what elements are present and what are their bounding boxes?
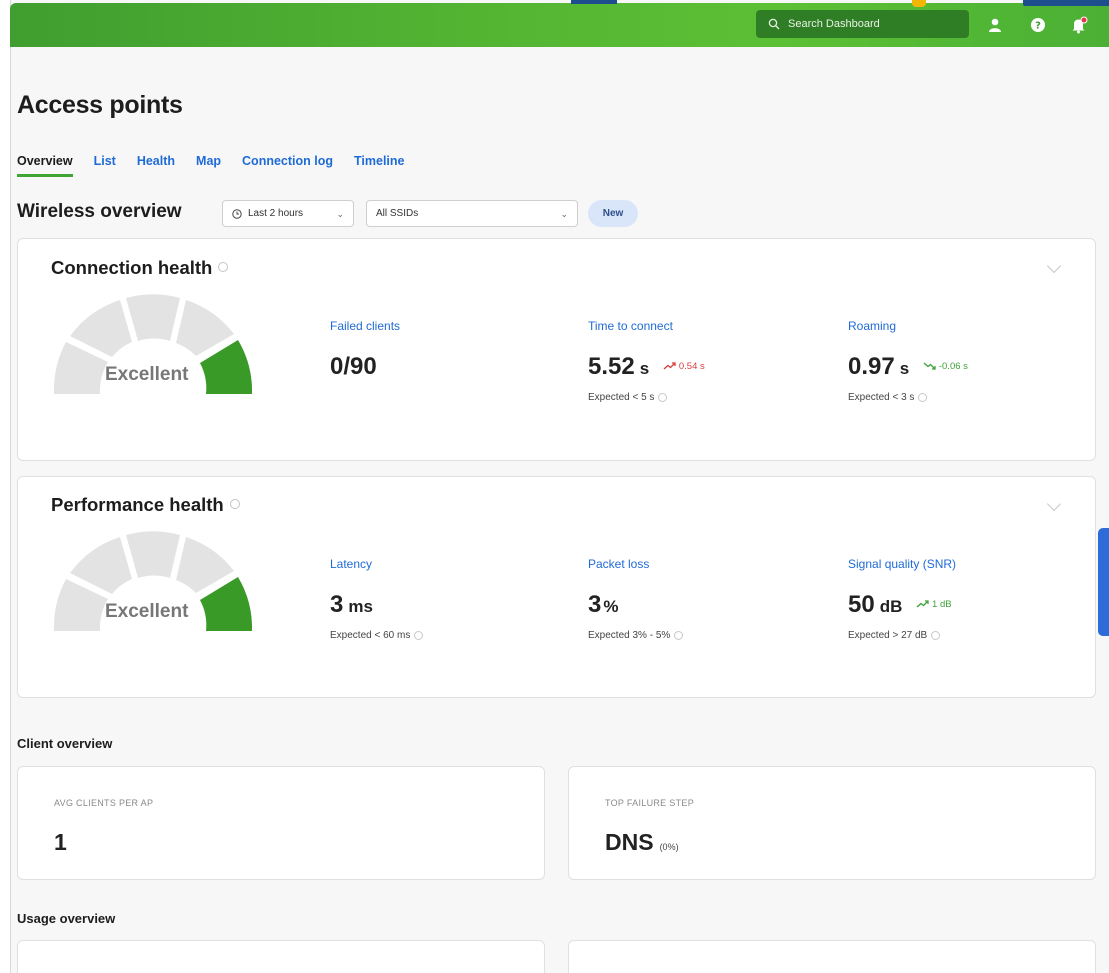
trend-up-icon (916, 600, 929, 608)
window-edge-decor (571, 0, 617, 4)
metric-label-snr[interactable]: Signal quality (SNR) (848, 557, 956, 571)
info-icon[interactable] (414, 630, 424, 640)
avg-clients-card: AVG CLIENTS PER AP 1 (17, 766, 545, 880)
metric-value-latency: 3 ms (330, 591, 373, 618)
metric-value-snr: 50 dB 1 dB (848, 591, 952, 618)
metric-label-roaming[interactable]: Roaming (848, 319, 896, 333)
metric-value-failed-clients: 0/90 (330, 353, 377, 380)
section-title-wireless: Wireless overview (17, 201, 182, 222)
search-input[interactable]: Search Dashboard (756, 10, 969, 38)
window-edge-decor (912, 0, 926, 7)
svg-text:?: ? (1035, 21, 1041, 32)
search-icon (768, 18, 780, 30)
notification-bell-icon[interactable] (1069, 15, 1089, 35)
tab-map[interactable]: Map (196, 154, 221, 177)
delta-badge: 1 dB (916, 599, 952, 610)
connection-health-card: Connection health Excellent Failed clien… (17, 238, 1096, 461)
health-gauge (54, 294, 253, 394)
delta-badge: -0.06 s (923, 361, 968, 372)
usage-card (17, 940, 545, 973)
metric-label-latency[interactable]: Latency (330, 557, 372, 571)
page-title: Access points (17, 91, 183, 119)
metric-label-packet-loss[interactable]: Packet loss (588, 557, 649, 571)
metric-expected: Expected < 3 s (848, 392, 928, 403)
collapse-chevron-icon[interactable] (1046, 258, 1062, 274)
time-range-value: Last 2 hours (248, 208, 304, 219)
metric-expected: Expected > 27 dB (848, 630, 941, 641)
info-icon[interactable] (931, 630, 941, 640)
card-title: Performance health (51, 494, 240, 516)
feedback-side-tab[interactable] (1098, 528, 1109, 636)
card-title: Connection health (51, 257, 229, 279)
metric-value-packet-loss: 3% (588, 591, 619, 618)
metric-label-failed-clients[interactable]: Failed clients (330, 319, 400, 333)
window-edge-decor (1023, 0, 1109, 6)
chevron-down-icon: ⌄ (336, 209, 344, 219)
tab-bar: Overview List Health Map Connection log … (17, 154, 425, 177)
time-range-select[interactable]: Last 2 hours ⌄ (222, 200, 354, 227)
user-icon[interactable] (985, 15, 1005, 35)
gauge-label: Excellent (105, 601, 189, 622)
metric-expected: Expected 3% - 5% (588, 630, 684, 641)
ssid-select[interactable]: All SSIDs ⌄ (366, 200, 578, 227)
top-failure-card: TOP FAILURE STEP DNS (0%) (568, 766, 1096, 880)
card-value: DNS (0%) (605, 829, 679, 855)
clock-icon (232, 208, 242, 219)
card-caption: AVG CLIENTS PER AP (54, 798, 154, 808)
section-title-usage: Usage overview (17, 911, 116, 926)
delta-badge: 0.54 s (663, 361, 705, 372)
performance-health-card: Performance health Excellent Latency 3 ms… (17, 476, 1096, 698)
info-icon[interactable] (918, 392, 928, 402)
usage-card (568, 940, 1096, 973)
health-gauge (54, 531, 253, 631)
info-icon[interactable] (229, 499, 240, 510)
new-badge: New (588, 200, 638, 227)
info-icon[interactable] (674, 630, 684, 640)
tab-connection-log[interactable]: Connection log (242, 154, 333, 177)
tab-timeline[interactable]: Timeline (354, 154, 404, 177)
ssid-value: All SSIDs (376, 208, 419, 219)
trend-down-icon (923, 362, 936, 370)
trend-up-icon (663, 362, 676, 370)
card-caption: TOP FAILURE STEP (605, 798, 694, 808)
section-title-client: Client overview (17, 736, 113, 751)
metric-expected: Expected < 60 ms (330, 630, 424, 641)
metric-value-roaming: 0.97 s -0.06 s (848, 353, 968, 380)
gauge-label: Excellent (105, 364, 189, 385)
chevron-down-icon: ⌄ (560, 209, 568, 219)
search-placeholder: Search Dashboard (788, 18, 880, 30)
tab-overview[interactable]: Overview (17, 154, 73, 177)
collapse-chevron-icon[interactable] (1046, 496, 1062, 512)
help-icon[interactable]: ? (1028, 15, 1048, 35)
top-bar: Search Dashboard ? (10, 3, 1109, 47)
info-icon[interactable] (658, 392, 668, 402)
info-icon[interactable] (218, 262, 229, 273)
tab-health[interactable]: Health (137, 154, 175, 177)
metric-expected: Expected < 5 s (588, 392, 668, 403)
card-value: 1 (54, 829, 67, 855)
metric-value-time-to-connect: 5.52 s 0.54 s (588, 353, 705, 380)
metric-label-time-to-connect[interactable]: Time to connect (588, 319, 673, 333)
tab-list[interactable]: List (94, 154, 116, 177)
